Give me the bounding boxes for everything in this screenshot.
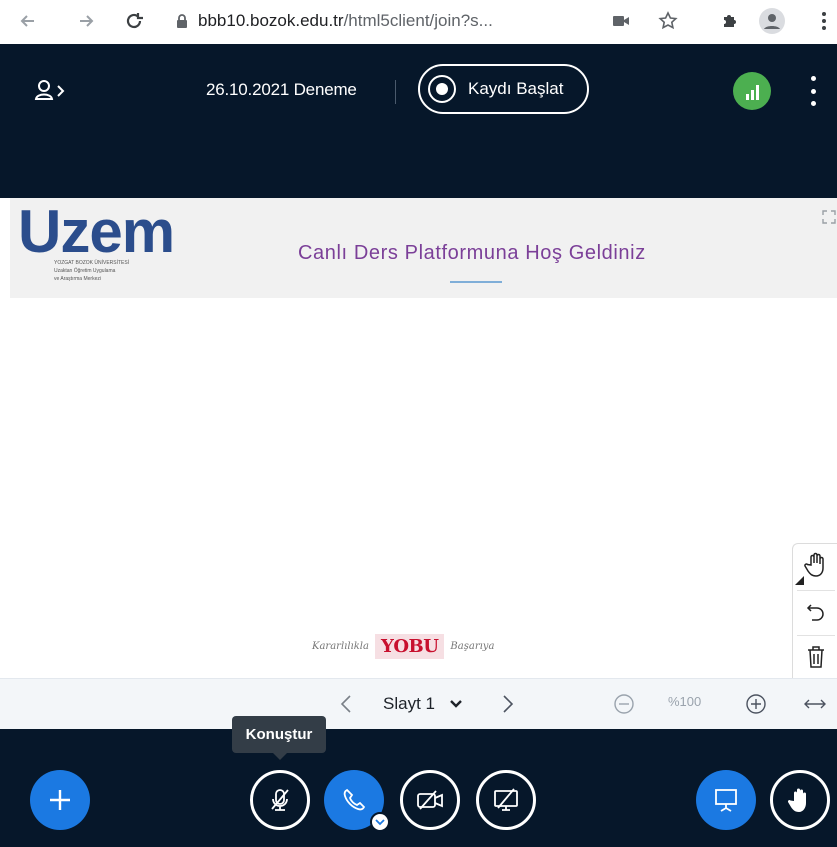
tool-expand-corner-icon	[795, 576, 804, 585]
mute-microphone-button[interactable]	[250, 770, 310, 830]
share-screen-button[interactable]	[476, 770, 536, 830]
fit-width-icon[interactable]	[802, 692, 828, 716]
actions-plus-button[interactable]	[30, 770, 90, 830]
presentation-area: Uzem YOZGAT BOZOK ÜNİVERSİTESİ Uzaktan Ö…	[0, 198, 837, 778]
plus-icon	[50, 790, 70, 810]
unmute-tooltip: Konuştur	[232, 716, 326, 753]
connection-status-button[interactable]	[733, 72, 771, 110]
back-arrow-icon[interactable]	[14, 7, 42, 35]
logo-word: Uzem	[18, 198, 175, 265]
footer-right-text: Başarıya	[450, 640, 495, 652]
share-webcam-button[interactable]	[400, 770, 460, 830]
welcome-underline	[450, 281, 502, 283]
microphone-muted-icon	[271, 789, 289, 811]
welcome-heading: Canlı Ders Platformuna Hoş Geldiniz	[298, 242, 646, 264]
logo-subtitle-1: YOZGAT BOZOK ÜNİVERSİTESİ	[54, 260, 130, 266]
slide-footer-logo: Kararlılıkla YOBU Başarıya	[312, 624, 542, 668]
slide-label: Slayt 1	[383, 694, 435, 713]
chevron-down-icon	[450, 700, 462, 708]
bookmark-star-icon[interactable]	[655, 8, 681, 34]
url-path: /html5client/join?s...	[343, 11, 493, 30]
url-host: bbb10.bozok.edu.tr	[198, 11, 344, 30]
meeting-title: 26.10.2021 Deneme	[206, 80, 357, 99]
screen-share-off-icon	[494, 788, 518, 811]
previous-slide-icon[interactable]	[336, 692, 356, 716]
presentation-controls: Slayt 1 %100	[0, 678, 837, 729]
pan-hand-icon[interactable]	[799, 548, 833, 582]
slide-banner: Uzem YOZGAT BOZOK ÜNİVERSİTESİ Uzaktan Ö…	[10, 198, 837, 298]
audio-options-caret[interactable]	[370, 812, 390, 832]
footer-left-text: Kararlılıkla	[312, 640, 369, 652]
profile-avatar-icon[interactable]	[759, 8, 785, 34]
slide-selector[interactable]: Slayt 1	[383, 692, 463, 716]
phone-icon	[343, 788, 366, 811]
undo-icon[interactable]	[799, 594, 833, 628]
start-recording-button[interactable]: Kaydı Başlat	[418, 64, 589, 114]
logo-subtitle-3: ve Araştırma Merkezi	[54, 276, 101, 282]
video-off-icon	[417, 790, 443, 810]
browser-menu-icon[interactable]	[811, 8, 837, 34]
next-slide-icon[interactable]	[498, 692, 518, 716]
lock-icon	[177, 14, 187, 28]
presentation-icon	[715, 789, 737, 812]
browser-toolbar: bbb10.bozok.edu.tr/html5client/join?s...	[0, 0, 837, 44]
record-label: Kaydı Başlat	[468, 79, 564, 98]
clear-trash-icon[interactable]	[799, 640, 833, 674]
zoom-value: %100	[668, 694, 702, 709]
app-window: bbb10.bozok.edu.tr/html5client/join?s...…	[0, 0, 837, 847]
url-text: bbb10.bozok.edu.tr/html5client/join?s...	[198, 11, 493, 31]
camera-indicator-icon[interactable]	[608, 8, 634, 34]
logo-subtitle-2: Uzaktan Öğretim Uygulama	[54, 268, 116, 274]
raise-hand-button[interactable]	[770, 770, 830, 830]
zoom-out-icon[interactable]	[612, 692, 636, 716]
zoom-in-icon[interactable]	[744, 692, 768, 716]
raise-hand-icon	[787, 788, 806, 812]
tooltip-arrow	[273, 753, 287, 760]
chevron-down-icon	[375, 818, 385, 825]
presentation-toggle-button[interactable]	[696, 770, 756, 830]
options-menu-icon[interactable]	[807, 76, 819, 106]
extensions-puzzle-icon[interactable]	[717, 8, 743, 34]
meeting-header: 26.10.2021 Deneme Kaydı Başlat	[0, 44, 837, 198]
fullscreen-icon[interactable]	[822, 210, 836, 224]
record-icon	[428, 75, 456, 103]
forward-arrow-icon[interactable]	[72, 7, 100, 35]
title-divider	[395, 80, 396, 104]
footer-brand: YOBU	[374, 633, 445, 659]
users-list-toggle-icon[interactable]	[34, 78, 70, 106]
reload-icon[interactable]	[120, 7, 148, 35]
uzem-logo: Uzem YOZGAT BOZOK ÜNİVERSİTESİ Uzaktan Ö…	[18, 198, 198, 290]
